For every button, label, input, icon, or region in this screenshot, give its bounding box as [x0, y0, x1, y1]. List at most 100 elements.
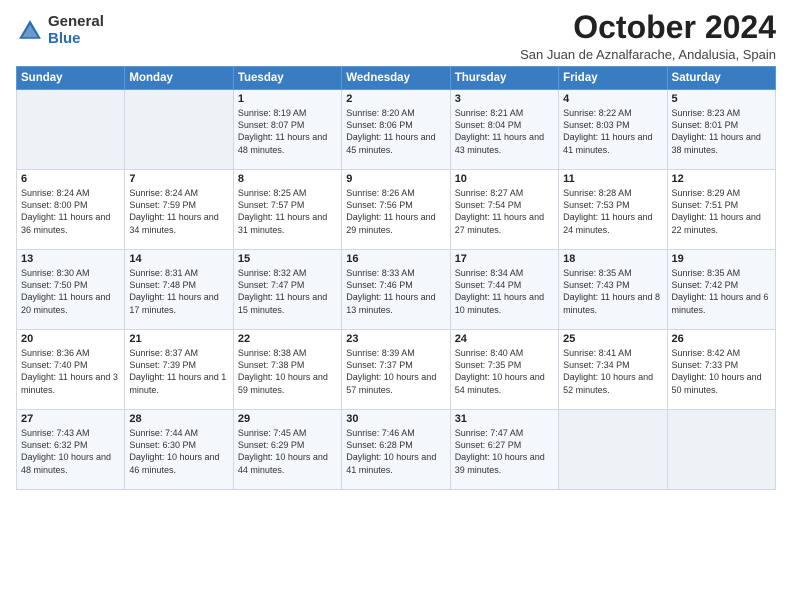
calendar-table: Sunday Monday Tuesday Wednesday Thursday…	[16, 66, 776, 490]
day-info: Sunrise: 8:34 AM Sunset: 7:44 PM Dayligh…	[455, 267, 554, 316]
day-number: 24	[455, 333, 554, 345]
day-info: Sunrise: 8:33 AM Sunset: 7:46 PM Dayligh…	[346, 267, 445, 316]
day-info: Sunrise: 8:22 AM Sunset: 8:03 PM Dayligh…	[563, 107, 662, 156]
day-info: Sunrise: 8:37 AM Sunset: 7:39 PM Dayligh…	[129, 347, 228, 396]
day-info: Sunrise: 8:30 AM Sunset: 7:50 PM Dayligh…	[21, 267, 120, 316]
col-monday: Monday	[125, 67, 233, 90]
day-info: Sunrise: 8:25 AM Sunset: 7:57 PM Dayligh…	[238, 187, 337, 236]
logo: General Blue	[16, 14, 104, 47]
day-number: 25	[563, 333, 662, 345]
day-number: 17	[455, 253, 554, 265]
day-number: 23	[346, 333, 445, 345]
day-info: Sunrise: 8:40 AM Sunset: 7:35 PM Dayligh…	[455, 347, 554, 396]
calendar-cell: 6 Sunrise: 8:24 AM Sunset: 8:00 PM Daylig…	[17, 170, 125, 250]
calendar-cell: 31Sunrise: 7:47 AM Sunset: 6:27 PM Dayli…	[450, 410, 558, 490]
day-info: Sunrise: 8:32 AM Sunset: 7:47 PM Dayligh…	[238, 267, 337, 316]
calendar-cell: 26Sunrise: 8:42 AM Sunset: 7:33 PM Dayli…	[667, 330, 775, 410]
calendar-cell: 16 Sunrise: 8:33 AM Sunset: 7:46 PM Dayli…	[342, 250, 450, 330]
day-number: 7	[129, 173, 228, 185]
day-info: Sunrise: 8:20 AM Sunset: 8:06 PM Dayligh…	[346, 107, 445, 156]
day-number: 14	[129, 253, 228, 265]
day-number: 6	[21, 173, 120, 185]
calendar-cell: 13 Sunrise: 8:30 AM Sunset: 7:50 PM Dayli…	[17, 250, 125, 330]
day-info: Sunrise: 8:21 AM Sunset: 8:04 PM Dayligh…	[455, 107, 554, 156]
calendar-cell: 1Sunrise: 8:19 AM Sunset: 8:07 PM Daylig…	[233, 90, 341, 170]
day-info: Sunrise: 8:31 AM Sunset: 7:48 PM Dayligh…	[129, 267, 228, 316]
location-subtitle: San Juan de Aznalfarache, Andalusia, Spa…	[520, 47, 776, 62]
day-info: Sunrise: 8:41 AM Sunset: 7:34 PM Dayligh…	[563, 347, 662, 396]
day-number: 27	[21, 413, 120, 425]
calendar-page: General Blue October 2024 San Juan de Az…	[0, 0, 792, 612]
day-number: 26	[672, 333, 771, 345]
calendar-cell: 20Sunrise: 8:36 AM Sunset: 7:40 PM Dayli…	[17, 330, 125, 410]
day-number: 13	[21, 253, 120, 265]
day-info: Sunrise: 8:23 AM Sunset: 8:01 PM Dayligh…	[672, 107, 771, 156]
calendar-cell: 8 Sunrise: 8:25 AM Sunset: 7:57 PM Daylig…	[233, 170, 341, 250]
logo-icon	[16, 17, 44, 45]
logo-blue: Blue	[48, 31, 104, 48]
calendar-cell	[559, 410, 667, 490]
day-number: 19	[672, 253, 771, 265]
day-info: Sunrise: 8:29 AM Sunset: 7:51 PM Dayligh…	[672, 187, 771, 236]
day-number: 2	[346, 93, 445, 105]
day-number: 10	[455, 173, 554, 185]
calendar-cell: 23 Sunrise: 8:39 AM Sunset: 7:37 PM Dayli…	[342, 330, 450, 410]
day-info: Sunrise: 8:24 AM Sunset: 8:00 PM Dayligh…	[21, 187, 120, 236]
day-number: 9	[346, 173, 445, 185]
day-info: Sunrise: 8:24 AM Sunset: 7:59 PM Dayligh…	[129, 187, 228, 236]
calendar-cell	[125, 90, 233, 170]
col-saturday: Saturday	[667, 67, 775, 90]
calendar-cell: 4 Sunrise: 8:22 AM Sunset: 8:03 PM Daylig…	[559, 90, 667, 170]
calendar-cell: 5 Sunrise: 8:23 AM Sunset: 8:01 PM Daylig…	[667, 90, 775, 170]
day-info: Sunrise: 8:27 AM Sunset: 7:54 PM Dayligh…	[455, 187, 554, 236]
calendar-cell: 18 Sunrise: 8:35 AM Sunset: 7:43 PM Dayli…	[559, 250, 667, 330]
calendar-cell: 3Sunrise: 8:21 AM Sunset: 8:04 PM Daylig…	[450, 90, 558, 170]
calendar-cell: 29 Sunrise: 7:45 AM Sunset: 6:29 PM Dayli…	[233, 410, 341, 490]
calendar-cell: 15 Sunrise: 8:32 AM Sunset: 7:47 PM Dayli…	[233, 250, 341, 330]
calendar-cell: 22 Sunrise: 8:38 AM Sunset: 7:38 PM Dayli…	[233, 330, 341, 410]
calendar-week-2: 6 Sunrise: 8:24 AM Sunset: 8:00 PM Daylig…	[17, 170, 776, 250]
day-number: 22	[238, 333, 337, 345]
day-info: Sunrise: 7:45 AM Sunset: 6:29 PM Dayligh…	[238, 427, 337, 476]
day-number: 29	[238, 413, 337, 425]
calendar-cell: 2 Sunrise: 8:20 AM Sunset: 8:06 PM Daylig…	[342, 90, 450, 170]
day-number: 21	[129, 333, 228, 345]
day-number: 4	[563, 93, 662, 105]
calendar-cell: 24 Sunrise: 8:40 AM Sunset: 7:35 PM Dayli…	[450, 330, 558, 410]
calendar-cell: 11Sunrise: 8:28 AM Sunset: 7:53 PM Dayli…	[559, 170, 667, 250]
day-number: 31	[455, 413, 554, 425]
day-info: Sunrise: 8:26 AM Sunset: 7:56 PM Dayligh…	[346, 187, 445, 236]
day-info: Sunrise: 8:35 AM Sunset: 7:43 PM Dayligh…	[563, 267, 662, 316]
day-number: 28	[129, 413, 228, 425]
day-number: 8	[238, 173, 337, 185]
calendar-week-4: 20Sunrise: 8:36 AM Sunset: 7:40 PM Dayli…	[17, 330, 776, 410]
calendar-week-5: 27 Sunrise: 7:43 AM Sunset: 6:32 PM Dayli…	[17, 410, 776, 490]
day-number: 16	[346, 253, 445, 265]
calendar-cell: 17 Sunrise: 8:34 AM Sunset: 7:44 PM Dayli…	[450, 250, 558, 330]
day-info: Sunrise: 8:35 AM Sunset: 7:42 PM Dayligh…	[672, 267, 771, 316]
calendar-cell: 12Sunrise: 8:29 AM Sunset: 7:51 PM Dayli…	[667, 170, 775, 250]
day-number: 11	[563, 173, 662, 185]
calendar-cell: 14 Sunrise: 8:31 AM Sunset: 7:48 PM Dayli…	[125, 250, 233, 330]
col-friday: Friday	[559, 67, 667, 90]
header-row: Sunday Monday Tuesday Wednesday Thursday…	[17, 67, 776, 90]
calendar-cell: 10 Sunrise: 8:27 AM Sunset: 7:54 PM Dayli…	[450, 170, 558, 250]
calendar-cell	[17, 90, 125, 170]
day-info: Sunrise: 8:36 AM Sunset: 7:40 PM Dayligh…	[21, 347, 120, 396]
col-sunday: Sunday	[17, 67, 125, 90]
day-info: Sunrise: 7:43 AM Sunset: 6:32 PM Dayligh…	[21, 427, 120, 476]
day-info: Sunrise: 8:39 AM Sunset: 7:37 PM Dayligh…	[346, 347, 445, 396]
day-number: 18	[563, 253, 662, 265]
col-wednesday: Wednesday	[342, 67, 450, 90]
logo-general: General	[48, 14, 104, 31]
day-info: Sunrise: 8:38 AM Sunset: 7:38 PM Dayligh…	[238, 347, 337, 396]
calendar-cell: 9 Sunrise: 8:26 AM Sunset: 7:56 PM Daylig…	[342, 170, 450, 250]
calendar-header: Sunday Monday Tuesday Wednesday Thursday…	[17, 67, 776, 90]
day-number: 15	[238, 253, 337, 265]
calendar-cell: 28Sunrise: 7:44 AM Sunset: 6:30 PM Dayli…	[125, 410, 233, 490]
title-block: October 2024 San Juan de Aznalfarache, A…	[520, 10, 776, 62]
calendar-cell: 19 Sunrise: 8:35 AM Sunset: 7:42 PM Dayli…	[667, 250, 775, 330]
day-number: 1	[238, 93, 337, 105]
calendar-cell: 30Sunrise: 7:46 AM Sunset: 6:28 PM Dayli…	[342, 410, 450, 490]
day-number: 5	[672, 93, 771, 105]
